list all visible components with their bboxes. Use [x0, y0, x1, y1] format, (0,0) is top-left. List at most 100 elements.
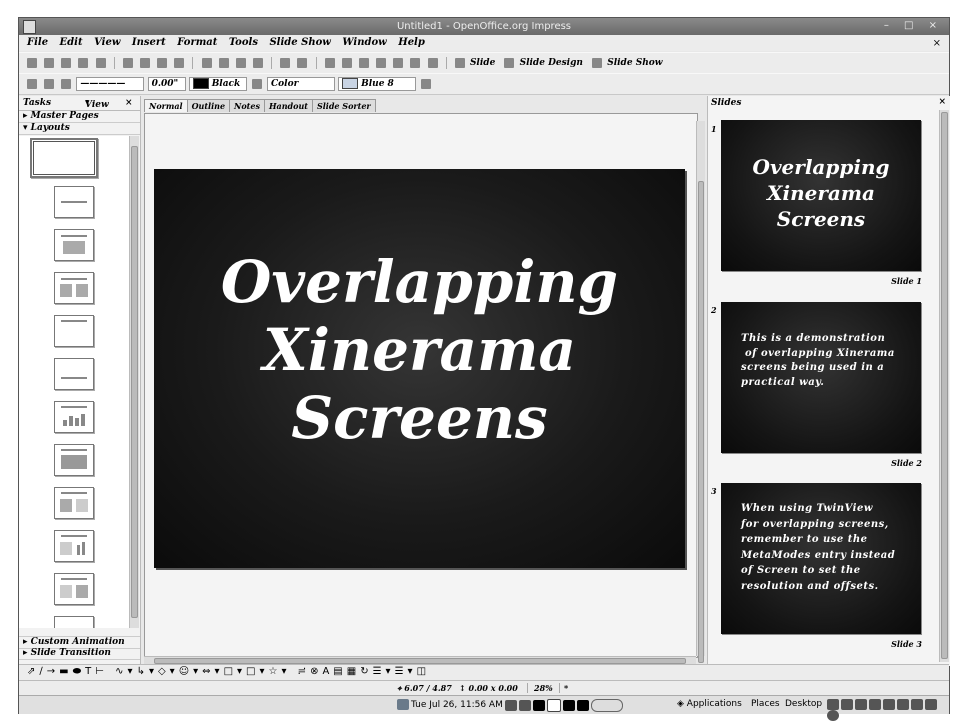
tab-handout[interactable]: Handout: [263, 99, 313, 112]
pointer-icon[interactable]: [27, 78, 37, 89]
flowchart-icon[interactable]: □▾: [224, 666, 246, 677]
tab-notes[interactable]: Notes: [229, 99, 265, 112]
export-pdf-icon[interactable]: [122, 57, 133, 68]
tasks-view-menu[interactable]: View ▾: [85, 98, 109, 110]
layout-centered-text[interactable]: [54, 358, 94, 390]
basic-shapes-icon[interactable]: ◇▾: [158, 666, 179, 677]
layout-text-chart[interactable]: [54, 530, 94, 562]
network-icon[interactable]: [519, 700, 531, 711]
layout-clipart-text[interactable]: [54, 487, 94, 519]
stars-icon[interactable]: ☆▾: [269, 666, 291, 677]
print-icon[interactable]: [139, 57, 150, 68]
paste-icon[interactable]: [235, 57, 246, 68]
canvas-vertical-scrollbar[interactable]: [696, 121, 705, 663]
menu-edit[interactable]: Edit: [60, 37, 83, 48]
workspace-2-icon[interactable]: [547, 699, 561, 712]
select-icon[interactable]: ⇗: [27, 666, 39, 677]
clock[interactable]: Tue Jul 26, 11:56 AM: [397, 699, 503, 710]
files-icon[interactable]: [855, 699, 867, 710]
zoom-icon[interactable]: [410, 57, 421, 68]
slide-canvas[interactable]: Overlapping Xinerama Screens: [144, 113, 698, 658]
menu-view[interactable]: View: [94, 37, 120, 48]
format-paintbrush-icon[interactable]: [252, 57, 263, 68]
chart-icon[interactable]: [324, 57, 335, 68]
layout-title-only[interactable]: [54, 186, 94, 218]
layout-two-content[interactable]: [54, 272, 94, 304]
open-icon[interactable]: [44, 57, 55, 68]
close-document-icon[interactable]: ×: [933, 38, 941, 49]
slides-close-icon[interactable]: ×: [938, 97, 946, 107]
glue-points-icon[interactable]: ⊗: [310, 666, 322, 677]
layout-more[interactable]: [54, 616, 94, 628]
extrusion-icon[interactable]: ◫: [417, 666, 430, 677]
editor-icon[interactable]: [883, 699, 895, 710]
scroll-thumb[interactable]: [698, 181, 704, 663]
power-icon[interactable]: [827, 710, 839, 721]
connector-menu-icon[interactable]: ↳▾: [137, 666, 158, 677]
menu-window[interactable]: Window: [342, 37, 386, 48]
layout-title-content[interactable]: [54, 229, 94, 261]
text-tool-icon[interactable]: T: [85, 666, 95, 677]
workspace-4-icon[interactable]: [577, 700, 589, 711]
terminal-icon[interactable]: [897, 699, 909, 710]
current-slide[interactable]: Overlapping Xinerama Screens: [154, 169, 685, 568]
line-color-select[interactable]: Black: [188, 76, 247, 91]
area-icon[interactable]: [251, 78, 262, 89]
workspace-3-icon[interactable]: [563, 700, 575, 711]
slide-show-icon[interactable]: [592, 57, 603, 68]
gallery-tool-icon[interactable]: ▦: [347, 666, 360, 677]
from-file-icon[interactable]: ▤: [333, 666, 346, 677]
scroll-thumb[interactable]: [941, 112, 948, 659]
menu-format[interactable]: Format: [177, 37, 217, 48]
fontwork-icon[interactable]: A: [322, 666, 333, 677]
menu-help[interactable]: Help: [398, 37, 425, 48]
window-controls[interactable]: – □ ×: [884, 20, 943, 31]
tab-slide-sorter[interactable]: Slide Sorter: [311, 99, 376, 112]
points-icon[interactable]: ≓: [298, 666, 310, 677]
spellcheck-icon[interactable]: [157, 57, 168, 68]
undo-icon[interactable]: [280, 57, 291, 68]
arrow-style-icon[interactable]: [61, 78, 72, 89]
gallery-icon[interactable]: [393, 57, 404, 68]
slide-button[interactable]: Slide: [470, 58, 495, 68]
new-document-icon[interactable]: [27, 57, 37, 68]
scroll-thumb[interactable]: [131, 146, 138, 618]
ellipse-tool-icon[interactable]: ⬬: [73, 666, 86, 677]
tab-normal[interactable]: Normal: [144, 99, 188, 112]
presentation-icon[interactable]: [911, 699, 923, 710]
block-arrows-icon[interactable]: ⇔▾: [202, 666, 223, 677]
line-icon[interactable]: [44, 78, 55, 89]
arrow-tool-icon[interactable]: →: [47, 666, 59, 677]
callouts-icon[interactable]: □▾: [246, 666, 268, 677]
menu-tools[interactable]: Tools: [229, 37, 258, 48]
slide-design-button[interactable]: Slide Design: [520, 58, 583, 68]
slide-thumbnail-3[interactable]: When using TwinView for overlapping scre…: [721, 483, 921, 634]
line-style-select[interactable]: —————: [76, 76, 145, 91]
layout-chart[interactable]: [54, 401, 94, 433]
autospellcheck-icon[interactable]: [174, 57, 185, 68]
align-icon[interactable]: ☰▾: [373, 666, 395, 677]
tasks-close-icon[interactable]: ×: [125, 98, 133, 108]
slide-title[interactable]: Overlapping Xinerama Screens: [154, 248, 685, 453]
tab-outline[interactable]: Outline: [186, 99, 231, 112]
workspace-1-icon[interactable]: [533, 700, 545, 711]
symbol-shapes-icon[interactable]: ☺▾: [179, 666, 202, 677]
toggle-icon[interactable]: [591, 699, 623, 712]
arrange-icon[interactable]: ☰▾: [395, 666, 417, 677]
rectangle-tool-icon[interactable]: ▬: [59, 666, 72, 677]
redo-icon[interactable]: [297, 57, 308, 68]
slide-thumbnail-1[interactable]: Overlapping Xinerama Screens: [721, 120, 921, 271]
menu-slide-show[interactable]: Slide Show: [269, 37, 330, 48]
volume-icon[interactable]: [505, 700, 517, 711]
slide-show-button[interactable]: Slide Show: [607, 58, 662, 68]
copy-icon[interactable]: [218, 57, 229, 68]
slides-scrollbar[interactable]: [939, 110, 949, 662]
email-icon[interactable]: [78, 57, 89, 68]
camera-icon[interactable]: [925, 699, 937, 710]
menu-applications[interactable]: ◈ Applications: [677, 699, 742, 709]
fill-type-select[interactable]: Color: [266, 76, 335, 91]
section-master-pages[interactable]: ▸ Master Pages: [19, 111, 140, 123]
search-icon[interactable]: [869, 699, 881, 710]
layout-text-clipart[interactable]: [54, 573, 94, 605]
layouts-scrollbar[interactable]: [129, 136, 139, 628]
